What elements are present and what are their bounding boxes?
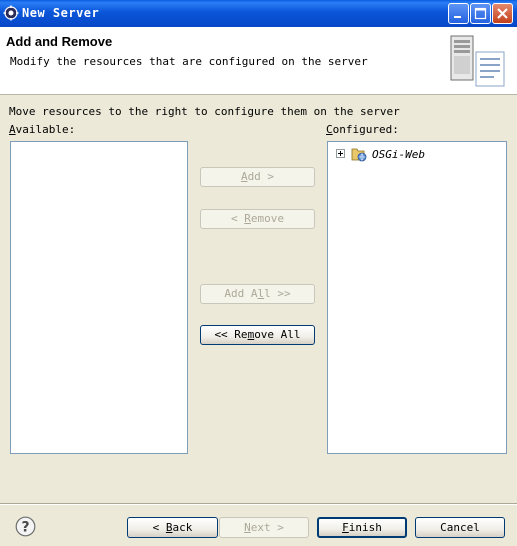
eclipse-app-icon — [3, 5, 19, 21]
footer-separator — [0, 503, 517, 505]
title-bar[interactable]: New Server — [0, 0, 517, 27]
configured-label: Configured: — [326, 123, 399, 136]
cancel-button[interactable]: Cancel — [415, 517, 505, 538]
expand-icon[interactable] — [336, 149, 345, 158]
page-description: Modify the resources that are configured… — [10, 55, 368, 68]
help-icon[interactable]: ? — [15, 516, 36, 537]
svg-text:?: ? — [21, 520, 29, 536]
wizard-header: Add and Remove Modify the resources that… — [0, 27, 517, 95]
maximize-button[interactable] — [470, 3, 491, 24]
add-button[interactable]: Add > — [200, 167, 315, 187]
close-icon — [497, 8, 508, 19]
next-button[interactable]: Next > — [219, 517, 309, 538]
available-list[interactable] — [10, 141, 188, 454]
project-icon — [351, 148, 367, 162]
tree-item-label: OSGi-Web — [372, 148, 425, 161]
remove-all-button[interactable]: << Remove All — [200, 325, 315, 345]
back-button[interactable]: < Back — [127, 517, 218, 538]
server-wizard-graphic — [450, 35, 505, 87]
instructions-text: Move resources to the right to configure… — [9, 105, 400, 118]
close-button[interactable] — [492, 3, 513, 24]
window-title: New Server — [22, 6, 100, 20]
finish-button[interactable]: Finish — [317, 517, 407, 538]
remove-button[interactable]: < Remove — [200, 209, 315, 229]
add-all-button[interactable]: Add All >> — [200, 284, 315, 304]
available-label: Available: — [9, 123, 76, 136]
page-title: Add and Remove — [6, 34, 113, 49]
minimize-button[interactable] — [448, 3, 469, 24]
configured-tree[interactable]: OSGi-Web — [327, 141, 507, 454]
